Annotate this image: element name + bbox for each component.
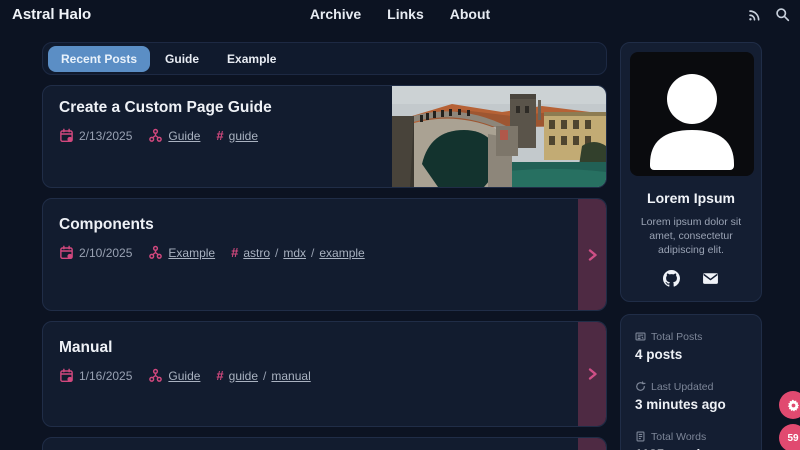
profile-card: Lorem Ipsum Lorem ipsum dolor sit amet, … (620, 42, 762, 302)
post-card-body: Create a Custom Page Guide 2/13/2025 Gui… (43, 86, 392, 187)
stat-last-updated: Last Updated 3 minutes ago (635, 381, 747, 412)
post-tag-link[interactable]: astro (243, 246, 270, 260)
stats-card: Total Posts 4 posts Last Updated 3 minut… (620, 314, 762, 450)
navbar: Astral Halo Archive Links About (0, 0, 800, 28)
stat-value-text: 3 minutes ago (635, 397, 747, 412)
tag-separator: / (311, 246, 314, 260)
newspaper-icon (635, 331, 646, 342)
post-date-group: 2/10/2025 (59, 245, 132, 260)
post-meta: 2/13/2025 Guide # guide (59, 128, 376, 143)
calendar-clock-icon (59, 128, 74, 143)
settings-fab[interactable] (779, 391, 800, 419)
tag-separator: / (263, 369, 266, 383)
main-layout: Recent Posts Guide Example Create a Cust… (0, 28, 800, 450)
profile-bio: Lorem ipsum dolor sit amet, consectetur … (630, 215, 752, 258)
post-date: 2/10/2025 (79, 246, 132, 260)
post-card-body: Manual 1/16/2025 Guide (43, 322, 606, 426)
mail-icon[interactable] (702, 270, 719, 287)
post-card[interactable]: Manual 1/16/2025 Guide (42, 321, 607, 427)
post-open-strip[interactable] (578, 199, 606, 310)
post-category-link[interactable]: Example (168, 246, 215, 260)
hash-icon: # (216, 128, 223, 143)
nav-link-archive[interactable]: Archive (310, 6, 361, 22)
stat-value-text: 4 posts (635, 347, 747, 362)
stat-label-text: Total Posts (651, 331, 702, 343)
post-card[interactable]: Create a Custom Page Guide 2/13/2025 Gui… (42, 85, 607, 188)
app-root: { "navbar": { "brand": "Astral Halo", "l… (0, 0, 800, 450)
post-title[interactable]: Create a Custom Page Guide (59, 99, 376, 117)
gear-icon (787, 399, 800, 412)
post-card-body (43, 438, 606, 450)
post-date-group: 1/16/2025 (59, 368, 132, 383)
github-icon[interactable] (663, 270, 680, 287)
tab-guide[interactable]: Guide (152, 46, 212, 72)
nav-link-links[interactable]: Links (387, 6, 424, 22)
calendar-clock-icon (59, 245, 74, 260)
main-nav: Archive Links About (310, 6, 490, 22)
post-meta: 2/10/2025 Example # astro / mdx / (59, 245, 590, 260)
post-tag-link[interactable]: guide (229, 129, 258, 143)
post-date-group: 2/13/2025 (59, 128, 132, 143)
category-icon (148, 368, 163, 383)
post-category-link[interactable]: Guide (168, 129, 200, 143)
social-links (630, 270, 752, 287)
post-date: 1/16/2025 (79, 369, 132, 383)
hash-icon: # (231, 245, 238, 260)
post-tags-group: # guide (216, 128, 258, 143)
post-cover-image[interactable] (392, 86, 606, 187)
post-category-group: Example (148, 245, 215, 260)
tab-recent-posts[interactable]: Recent Posts (48, 46, 150, 72)
post-title[interactable]: Components (59, 216, 590, 234)
refresh-icon (635, 381, 646, 392)
post-open-strip[interactable] (578, 322, 606, 426)
tab-example[interactable]: Example (214, 46, 289, 72)
posts-column: Recent Posts Guide Example Create a Cust… (42, 42, 607, 450)
post-open-strip[interactable] (578, 438, 606, 450)
navbar-actions (746, 6, 790, 22)
category-tabs: Recent Posts Guide Example (42, 42, 607, 75)
post-category-link[interactable]: Guide (168, 369, 200, 383)
person-icon (630, 52, 754, 176)
stat-value-text: 1185 words (635, 447, 747, 450)
post-tag-link[interactable]: example (319, 246, 364, 260)
stat-label-text: Last Updated (651, 381, 713, 393)
post-card[interactable]: Components 2/10/2025 Example (42, 198, 607, 311)
post-title[interactable]: Manual (59, 339, 590, 357)
post-category-group: Guide (148, 368, 200, 383)
stat-total-words: Total Words 1185 words (635, 431, 747, 450)
post-date: 2/13/2025 (79, 129, 132, 143)
post-tag-link[interactable]: manual (271, 369, 310, 383)
post-card-body: Components 2/10/2025 Example (43, 199, 606, 310)
profile-name: Lorem Ipsum (630, 190, 752, 206)
post-tag-link[interactable]: guide (229, 369, 258, 383)
post-tags-group: # astro / mdx / example (231, 245, 365, 260)
scroll-percent-fab[interactable]: 59 (779, 424, 800, 450)
category-icon (148, 245, 163, 260)
calendar-clock-icon (59, 368, 74, 383)
chevron-right-icon (584, 366, 600, 382)
hash-icon: # (216, 368, 223, 383)
document-icon (635, 431, 646, 442)
post-tags-group: # guide / manual (216, 368, 310, 383)
tag-separator: / (275, 246, 278, 260)
category-icon (148, 128, 163, 143)
stat-label-text: Total Words (651, 431, 706, 443)
site-title[interactable]: Astral Halo (12, 6, 91, 23)
chevron-right-icon (584, 247, 600, 263)
nav-link-about[interactable]: About (450, 6, 490, 22)
post-card-partial[interactable] (42, 437, 607, 450)
sidebar: Lorem Ipsum Lorem ipsum dolor sit amet, … (620, 42, 762, 450)
post-category-group: Guide (148, 128, 200, 143)
stat-total-posts: Total Posts 4 posts (635, 331, 747, 362)
post-tag-link[interactable]: mdx (283, 246, 306, 260)
avatar[interactable] (630, 52, 754, 176)
search-icon[interactable] (774, 6, 790, 22)
post-meta: 1/16/2025 Guide # guide / manual (59, 368, 590, 383)
rss-icon[interactable] (746, 6, 762, 22)
